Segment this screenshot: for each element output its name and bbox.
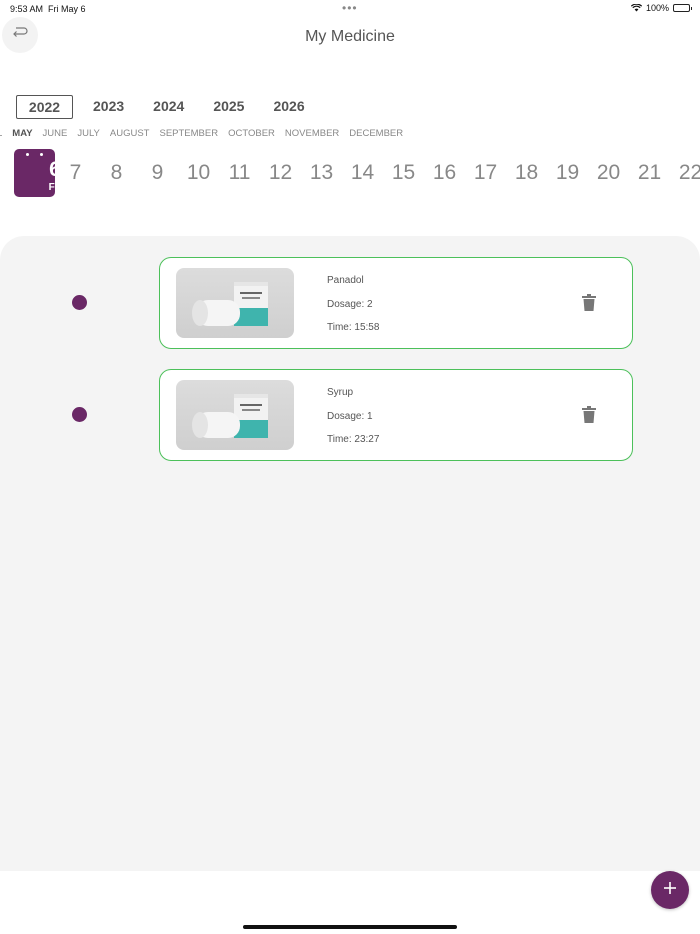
day-option[interactable]: 20: [588, 149, 629, 197]
status-indicators: 100%: [630, 3, 692, 13]
medicine-dosage: Dosage: 2: [327, 298, 373, 310]
day-option[interactable]: 21: [629, 149, 670, 197]
day-option[interactable]: 15: [383, 149, 424, 197]
calendar-ring-icon: [26, 153, 29, 156]
calendar-ring-icon: [40, 153, 43, 156]
month-option[interactable]: NOVEMBER: [285, 128, 339, 139]
year-option[interactable]: 2025: [204, 95, 253, 119]
medicine-card[interactable]: Syrup Dosage: 1 Time: 23:27: [159, 369, 633, 461]
medicine-image: [176, 268, 294, 338]
timeline-dot: [72, 295, 87, 310]
medicine-list-panel[interactable]: Panadol Dosage: 2 Time: 15:58 Syrup Dosa…: [0, 236, 700, 871]
selected-day-number: 6: [49, 158, 61, 181]
month-option[interactable]: OCTOBER: [228, 128, 275, 139]
trash-icon[interactable]: [582, 294, 596, 316]
medicine-name: Panadol: [327, 275, 364, 286]
selected-day-weekday: Fri: [48, 182, 62, 193]
plus-icon: [664, 881, 676, 899]
month-option[interactable]: JUNE: [43, 128, 68, 139]
add-medicine-button[interactable]: [651, 871, 689, 909]
medicine-time: Time: 15:58: [327, 322, 380, 333]
medicine-info: Syrup Dosage: 1 Time: 23:27: [327, 386, 379, 457]
year-option[interactable]: 2023: [84, 95, 133, 119]
trash-icon[interactable]: [582, 406, 596, 428]
timeline-dot: [72, 407, 87, 422]
year-option[interactable]: 2026: [264, 95, 313, 119]
battery-icon: [673, 4, 692, 12]
month-option[interactable]: JULY: [77, 128, 100, 139]
month-selector: L MAY JUNE JULY AUGUST SEPTEMBER OCTOBER…: [0, 128, 413, 139]
day-option-selected[interactable]: 6 Fri: [14, 149, 61, 197]
month-option[interactable]: SEPTEMBER: [159, 128, 218, 139]
medicine-dosage: Dosage: 1: [327, 410, 373, 422]
battery-percent: 100%: [645, 3, 669, 13]
month-option[interactable]: L: [0, 128, 2, 139]
year-option-selected[interactable]: 2022: [16, 95, 73, 119]
day-option[interactable]: 14: [342, 149, 383, 197]
medicine-name: Syrup: [327, 387, 354, 398]
wifi-icon: [630, 4, 642, 12]
day-option[interactable]: 16: [424, 149, 465, 197]
day-option[interactable]: 13: [301, 149, 342, 197]
month-option-selected[interactable]: MAY: [12, 128, 32, 139]
day-option[interactable]: 19: [547, 149, 588, 197]
day-option[interactable]: 18: [506, 149, 547, 197]
day-option[interactable]: 10: [178, 149, 219, 197]
page-title: My Medicine: [305, 28, 395, 45]
day-option[interactable]: 9: [137, 149, 178, 197]
day-option[interactable]: 8: [96, 149, 137, 197]
day-option[interactable]: 11: [219, 149, 260, 197]
year-selector: 2022 2023 2024 2025 2026: [16, 95, 325, 119]
day-option[interactable]: 12: [260, 149, 301, 197]
medicine-info: Panadol Dosage: 2 Time: 15:58: [327, 274, 379, 345]
month-option[interactable]: DECEMBER: [349, 128, 403, 139]
medicine-card[interactable]: Panadol Dosage: 2 Time: 15:58: [159, 257, 633, 349]
multitasking-dots-icon[interactable]: •••: [342, 1, 358, 15]
day-option[interactable]: 22: [670, 149, 700, 197]
year-option[interactable]: 2024: [144, 95, 193, 119]
home-indicator[interactable]: [243, 925, 457, 929]
day-option[interactable]: 17: [465, 149, 506, 197]
status-bar: 9:53 AM Fri May 6 ••• 100%: [0, 0, 700, 18]
day-selector: 6 Fri 7 8 9 10 11 12 13 14 15 16 17 18 1…: [14, 149, 700, 197]
medicine-time: Time: 23:27: [327, 434, 380, 445]
status-time: 9:53 AM Fri May 6: [10, 4, 86, 14]
month-option[interactable]: AUGUST: [110, 128, 150, 139]
medicine-image: [176, 380, 294, 450]
